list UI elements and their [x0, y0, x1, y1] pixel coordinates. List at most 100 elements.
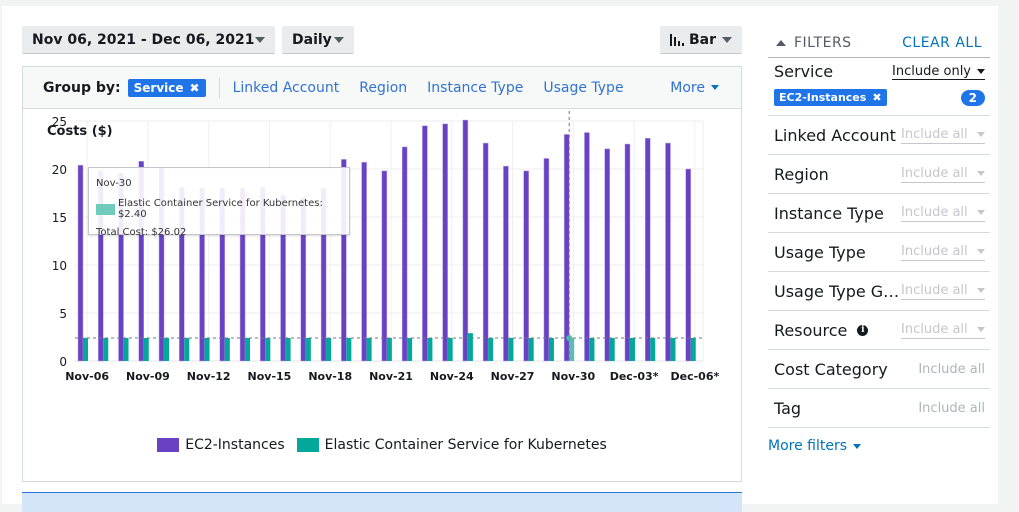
chevron-down-icon	[977, 248, 985, 254]
bar-eks-Nov-14	[245, 337, 251, 361]
group-by-instance-type[interactable]: Instance Type	[427, 80, 523, 96]
bar-eks-Nov-27	[508, 337, 514, 361]
group-by-more-button[interactable]: More	[670, 80, 719, 96]
divider	[218, 77, 220, 98]
group-by-bar: Group by: Service ✖ Linked Account Regio…	[23, 67, 741, 109]
group-by-linked-account[interactable]: Linked Account	[233, 80, 340, 96]
bar-eks-Nov-19	[346, 337, 352, 361]
bar-ec2-Nov-25	[462, 119, 469, 362]
tooltip-date: Nov-30	[96, 178, 132, 189]
info-banner	[22, 492, 742, 512]
bar-ec2-Nov-23	[422, 125, 428, 362]
filter-value: Include all	[901, 126, 968, 142]
filter-dropdown[interactable]: Include all	[901, 166, 985, 183]
group-by-region[interactable]: Region	[359, 80, 407, 96]
legend-item-ec2[interactable]: EC2-Instances	[157, 437, 285, 453]
bar-eks-Nov-11	[184, 337, 190, 361]
bar-eks-Nov-28	[528, 337, 534, 361]
bar-ec2-Nov-30	[563, 134, 570, 362]
chart-panel: Group by: Service ✖ Linked Account Regio…	[22, 66, 742, 482]
granularity-label: Daily	[292, 31, 332, 48]
chart-type-label: Bar	[689, 31, 717, 48]
clear-all-button[interactable]: CLEAR ALL	[902, 35, 990, 51]
bar-eks-Dec-05	[670, 337, 676, 361]
service-filter-chip[interactable]: EC2-Instances ✖	[774, 89, 887, 106]
chevron-down-icon	[255, 36, 265, 43]
bar-ec2-Nov-20	[361, 162, 367, 362]
granularity-dropdown[interactable]: Daily	[282, 26, 354, 54]
group-by-usage-type[interactable]: Usage Type	[543, 80, 623, 96]
service-mode-dropdown[interactable]: Include only	[892, 64, 985, 80]
hover-point	[566, 334, 573, 341]
bar-eks-Dec-06	[690, 337, 696, 361]
x-tick-label: Nov-12	[187, 370, 231, 383]
group-by-label: Group by:	[43, 79, 121, 96]
bar-eks-Nov-17	[305, 337, 311, 361]
filter-label-text: Resource	[774, 320, 848, 340]
close-icon[interactable]: ✖	[190, 81, 200, 95]
more-filters-button[interactable]: More filters	[768, 438, 990, 454]
bar-eks-Nov-23	[427, 337, 433, 361]
filter-label-text: Linked Account	[774, 125, 896, 145]
y-tick-label: 20	[52, 163, 67, 177]
chart-type-dropdown[interactable]: Bar	[660, 26, 742, 54]
close-icon[interactable]: ✖	[872, 91, 881, 104]
chevron-down-icon	[977, 131, 985, 137]
info-icon[interactable]: i	[857, 324, 869, 336]
bar-eks-Nov-30	[569, 337, 575, 361]
bar-eks-Nov-24	[447, 337, 453, 361]
chevron-down-icon	[977, 68, 985, 74]
filter-dropdown[interactable]: Include all	[901, 205, 985, 222]
tooltip-swatch	[96, 203, 115, 215]
bar-eks-Dec-03	[629, 337, 635, 361]
filter-row-tag: Tag Include all	[768, 389, 990, 428]
filter-row-usage-type-g: Usage Type G… Include all	[768, 272, 990, 311]
filter-label: Instance Type	[774, 204, 884, 223]
group-by-chip-service[interactable]: Service ✖	[127, 78, 206, 97]
filters-header: FILTERS CLEAR ALL	[768, 28, 990, 58]
bar-eks-Nov-22	[407, 337, 413, 361]
filter-dropdown[interactable]: Include all	[901, 322, 985, 339]
bar-eks-Nov-16	[285, 337, 291, 361]
x-tick-label: Dec-06*	[670, 370, 719, 383]
filter-value: Include all	[901, 282, 968, 298]
bar-ec2-Nov-21	[381, 170, 388, 362]
x-tick-label: Nov-15	[248, 370, 292, 383]
filters-toggle[interactable]: FILTERS	[768, 35, 852, 51]
filter-label: Tag	[774, 399, 801, 418]
filter-row-linked-account: Linked Account Include all	[768, 116, 990, 155]
filter-dropdown[interactable]: Include all	[901, 127, 985, 144]
chart-legend: EC2-Instances Elastic Container Service …	[23, 437, 741, 453]
legend-swatch	[296, 438, 319, 452]
bar-ec2-Nov-28	[523, 170, 529, 362]
x-tick-label: Nov-18	[308, 370, 352, 383]
legend-label: Elastic Container Service for Kubernetes	[324, 437, 607, 453]
x-tick-label: Nov-27	[491, 370, 535, 383]
bar-eks-Nov-13	[224, 337, 230, 361]
bar-eks-Dec-02	[609, 337, 615, 361]
date-range-picker[interactable]: Nov 06, 2021 - Dec 06, 2021	[22, 26, 275, 54]
filter-row-instance-type: Instance Type Include all	[768, 194, 990, 233]
date-range-label: Nov 06, 2021 - Dec 06, 2021	[32, 31, 255, 48]
y-tick-label: 10	[52, 259, 67, 273]
scroll-gutter	[998, 6, 1008, 510]
filter-dropdown[interactable]: Include all	[901, 244, 985, 261]
legend-item-eks[interactable]: Elastic Container Service for Kubernetes	[296, 437, 607, 453]
filter-row-region: Region Include all	[768, 155, 990, 194]
bar-eks-Nov-15	[265, 337, 271, 361]
bar-eks-Nov-29	[548, 337, 554, 361]
x-tick-label: Nov-06	[65, 370, 109, 383]
x-tick-label: Nov-09	[126, 370, 170, 383]
legend-label: EC2-Instances	[185, 437, 285, 453]
chart-tooltip: Nov-30 Elastic Container Service for Kub…	[88, 167, 350, 238]
chevron-down-icon	[711, 85, 719, 90]
chevron-up-icon	[776, 39, 786, 46]
filter-label: Region	[774, 165, 829, 184]
filter-label-text: Cost Category	[774, 359, 888, 379]
filter-value[interactable]: Include all	[918, 362, 985, 377]
bar-ec2-Nov-06	[77, 164, 84, 362]
bar-eks-Nov-21	[386, 337, 392, 361]
filter-value[interactable]: Include all	[918, 401, 985, 416]
chevron-down-icon	[722, 36, 732, 43]
filter-dropdown[interactable]: Include all	[901, 283, 985, 300]
